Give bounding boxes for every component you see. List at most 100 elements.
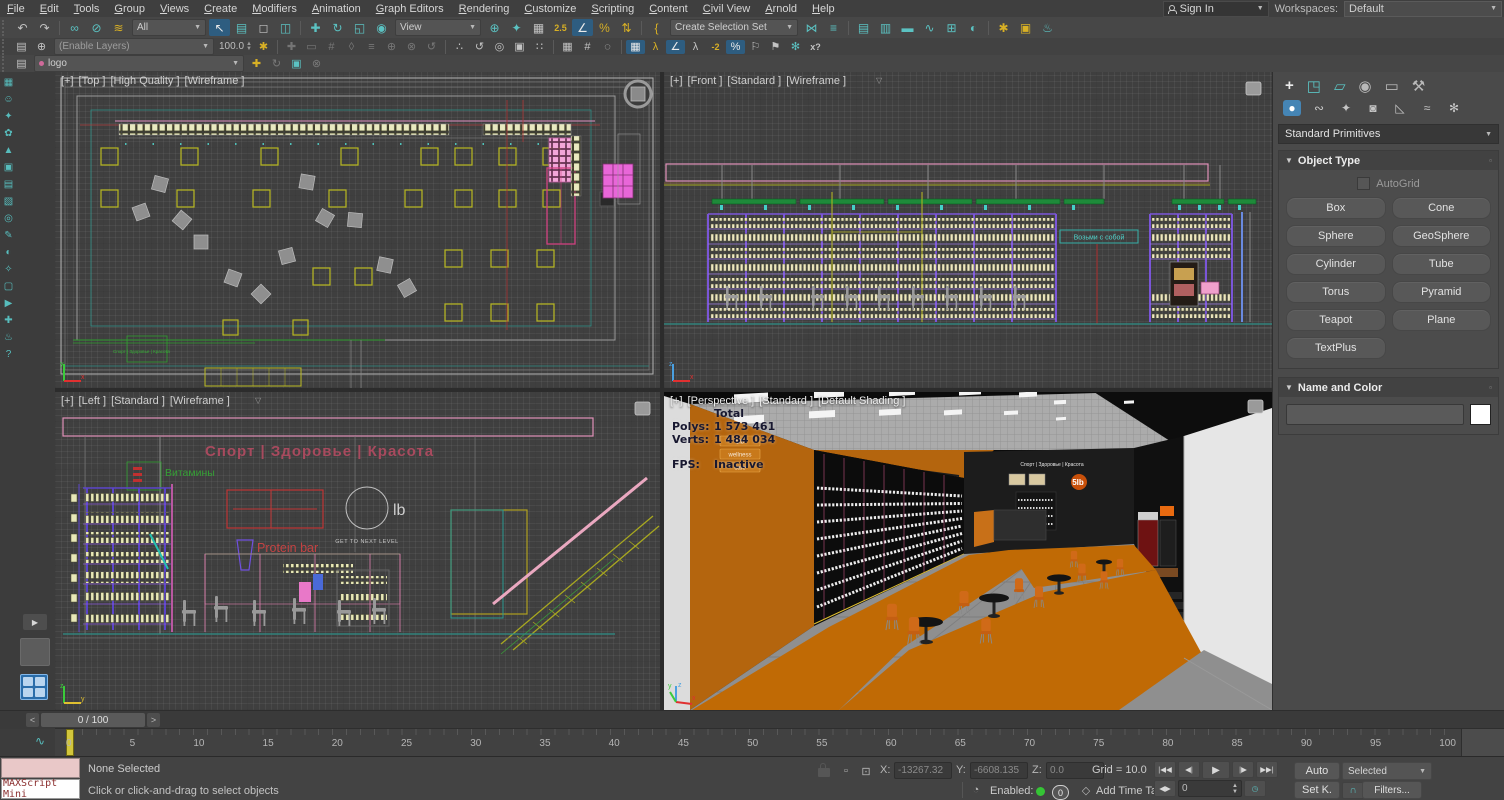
primitive-button[interactable]: Cylinder: [1286, 253, 1386, 275]
viewport-filter-icon[interactable]: ▽: [255, 396, 261, 405]
layout-quad-thumb[interactable]: [20, 674, 48, 700]
viewport-label-segment[interactable]: [Wireframe ]: [786, 75, 846, 87]
scene-explorer-icon[interactable]: ▤: [853, 19, 874, 36]
mirror-tool-icon[interactable]: ↺: [470, 40, 489, 54]
undo-icon[interactable]: ↶: [12, 19, 33, 36]
viewport-label-segment[interactable]: [Wireframe ]: [170, 395, 230, 407]
subtab-lights[interactable]: ✦: [1337, 100, 1355, 116]
menu-item[interactable]: Scripting: [584, 3, 641, 15]
spinner-snap-icon[interactable]: ⇅: [616, 19, 637, 36]
viewport-label-segment[interactable]: [Standard ]: [111, 395, 165, 407]
viewport-label-segment[interactable]: [Standard ]: [727, 75, 781, 87]
viewport-label-segment[interactable]: [Front ]: [688, 75, 723, 87]
menu-item[interactable]: File: [0, 3, 32, 15]
grid-snap-icon[interactable]: ▦: [558, 40, 577, 54]
menu-item[interactable]: Arnold: [758, 3, 804, 15]
toolbar-grip[interactable]: [2, 56, 10, 72]
maxscript-mini-output[interactable]: [1, 758, 80, 778]
viewport-front[interactable]: [+][Front ][Standard ][Wireframe ] ▽: [664, 72, 1272, 388]
viewport-label-segment[interactable]: [Wireframe ]: [185, 75, 245, 87]
menu-item[interactable]: Graph Editors: [369, 3, 451, 15]
bind-spacewarp-icon[interactable]: ≋: [108, 19, 129, 36]
layer-explorer-icon[interactable]: ▥: [875, 19, 896, 36]
tab-display[interactable]: ▭: [1385, 77, 1399, 95]
rendered-frame-icon[interactable]: ▣: [1015, 19, 1036, 36]
bulb-icon[interactable]: ✧: [2, 263, 16, 276]
workspace-dropdown[interactable]: Default▼: [1344, 1, 1502, 17]
select-link-icon[interactable]: ∞: [64, 19, 85, 36]
primitive-button[interactable]: TextPlus: [1286, 337, 1386, 359]
menu-item[interactable]: Tools: [67, 3, 107, 15]
flag-outline-icon[interactable]: ⚐: [746, 40, 765, 54]
container-list-icon[interactable]: ▤: [12, 57, 31, 71]
next-frame-arrow[interactable]: >: [147, 713, 160, 727]
unlink-all-icon[interactable]: ⊗: [402, 40, 421, 54]
menu-item[interactable]: Create: [197, 3, 244, 15]
menu-item[interactable]: Animation: [305, 3, 368, 15]
viewport-label-segment[interactable]: [Left ]: [79, 395, 107, 407]
tab-modify[interactable]: ◳: [1307, 77, 1321, 95]
image-icon[interactable]: ▧: [2, 195, 16, 208]
primitive-button[interactable]: Teapot: [1286, 309, 1386, 331]
transform-gizmo-icon[interactable]: ◊: [342, 40, 361, 54]
adaptive-degradation-icon[interactable]: ◔: [968, 783, 984, 797]
key-mode-toggle[interactable]: ◀▶: [1154, 780, 1176, 797]
list-icon[interactable]: ▤: [2, 178, 16, 191]
subtab-spacewarps[interactable]: ≈: [1418, 100, 1436, 116]
reset-xform-icon[interactable]: ↺: [422, 40, 441, 54]
array-icon[interactable]: ∴: [450, 40, 469, 54]
curve-editor-icon[interactable]: ∿: [919, 19, 940, 36]
circle-snap-icon[interactable]: ◌: [598, 40, 617, 54]
selected-mode-dropdown[interactable]: Selected▼: [1342, 762, 1432, 780]
plant-icon[interactable]: ✿: [2, 127, 16, 140]
object-type-rollout-header[interactable]: ▼ Object Type ▫: [1279, 151, 1498, 170]
absolute-mode-icon[interactable]: ⊡: [858, 764, 874, 778]
menu-item[interactable]: Help: [805, 3, 842, 15]
viewport-label-segment[interactable]: [Perspective ]: [688, 395, 755, 407]
named-selection-sets-dropdown[interactable]: Create Selection Set▼: [670, 19, 798, 36]
link-info-icon[interactable]: ⊕: [382, 40, 401, 54]
character-icon[interactable]: ☺: [2, 93, 16, 106]
tab-motion[interactable]: ◉: [1359, 77, 1372, 95]
autogrid-checkbox[interactable]: [1357, 177, 1370, 190]
viewport-config-icon[interactable]: ▦: [2, 76, 16, 89]
tree-icon[interactable]: ▲: [2, 144, 16, 157]
menu-item[interactable]: Content: [642, 3, 695, 15]
select-container-icon[interactable]: ▣: [287, 57, 306, 71]
render-setup-icon[interactable]: ✱: [993, 19, 1014, 36]
snap-3d-icon[interactable]: ▦: [626, 40, 645, 54]
primitive-button[interactable]: Torus: [1286, 281, 1386, 303]
subtab-shapes[interactable]: ∾: [1310, 100, 1328, 116]
select-object-icon[interactable]: ↖: [209, 19, 230, 36]
load-container-icon[interactable]: ↻: [267, 57, 286, 71]
container-dropdown[interactable]: logo▼: [34, 55, 244, 72]
degradation-count-button[interactable]: 0: [1052, 785, 1069, 800]
layer-manager-icon[interactable]: ▤: [12, 40, 31, 54]
annotate-icon[interactable]: ✎: [2, 229, 16, 242]
sign-in-dropdown[interactable]: Sign In▼: [1163, 1, 1269, 17]
primitive-button[interactable]: GeoSphere: [1392, 225, 1492, 247]
select-rotate-icon[interactable]: ↻: [327, 19, 348, 36]
layout-tabs-expand-button[interactable]: ▶: [23, 614, 47, 630]
viewport-label-segment[interactable]: [Standard ]: [759, 395, 813, 407]
current-frame-field[interactable]: 0▲▼: [1178, 780, 1242, 797]
name-color-rollout-header[interactable]: ▼ Name and Color ▫: [1279, 378, 1498, 397]
x-coordinate-field[interactable]: -13267.32: [894, 762, 952, 779]
set-key-button[interactable]: Set K.: [1294, 781, 1340, 799]
container-icon[interactable]: ▣: [2, 161, 16, 174]
viewport-label-segment[interactable]: [Default Shading ]: [818, 395, 905, 407]
gear-icon[interactable]: ✱: [254, 40, 273, 54]
animation-weight-spinner[interactable]: 100.0▲▼: [219, 41, 252, 52]
pin-icon[interactable]: ▫: [1489, 383, 1492, 392]
primitive-category-dropdown[interactable]: Standard Primitives▼: [1278, 124, 1499, 144]
snaps-toggle-icon[interactable]: 2.5: [550, 19, 571, 36]
add-time-tag[interactable]: Add Time Tag: [1096, 785, 1163, 797]
menu-item[interactable]: Civil View: [696, 3, 757, 15]
schematic-view-icon[interactable]: ⊞: [941, 19, 962, 36]
previous-frame-arrow[interactable]: <: [26, 713, 39, 727]
spacing-tool-icon[interactable]: ◎: [490, 40, 509, 54]
close-container-icon[interactable]: ⊗: [307, 57, 326, 71]
edit-named-selections-icon[interactable]: {: [646, 19, 667, 36]
align-pivot-icon[interactable]: #: [322, 40, 341, 54]
select-place-icon[interactable]: ◉: [371, 19, 392, 36]
